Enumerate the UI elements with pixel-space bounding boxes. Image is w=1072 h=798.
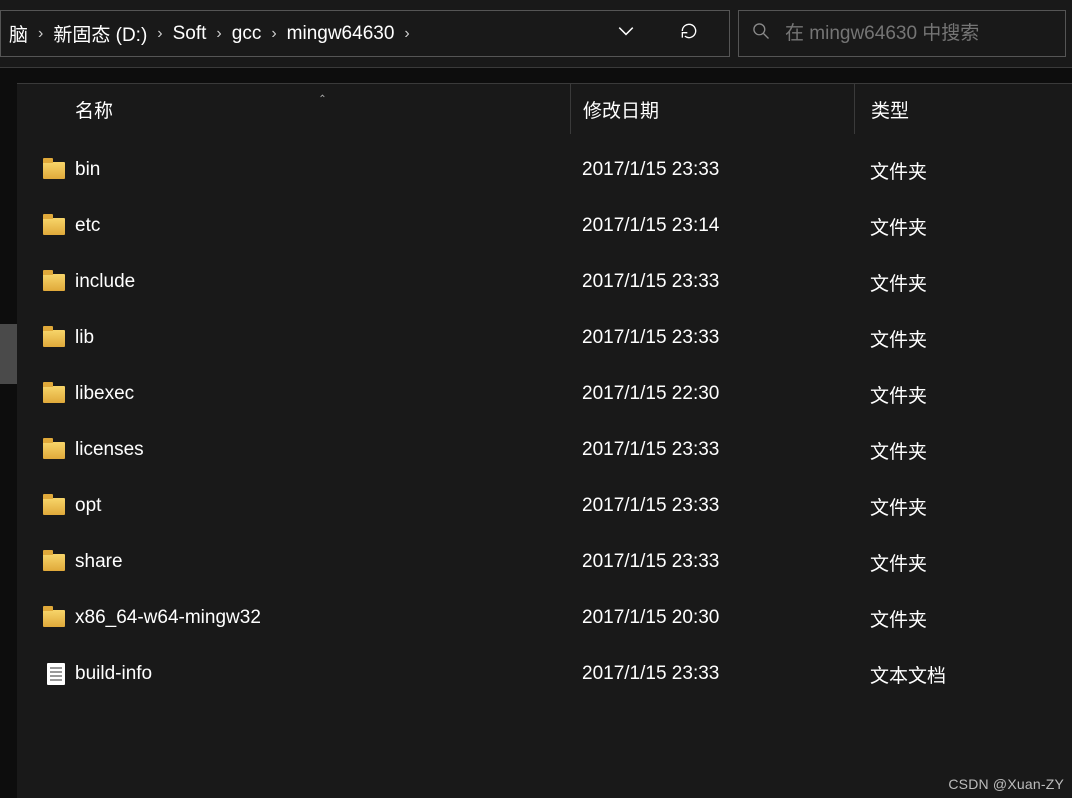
file-type: 文件夹	[854, 437, 1072, 464]
file-type: 文件夹	[854, 605, 1072, 632]
sort-indicator-icon: ⌃	[318, 94, 326, 105]
file-type: 文件夹	[854, 157, 1072, 184]
chevron-right-icon: ›	[400, 25, 413, 43]
address-actions	[581, 13, 723, 54]
table-row[interactable]: licenses2017/1/15 23:33文件夹	[17, 422, 1072, 478]
table-row[interactable]: lib2017/1/15 23:33文件夹	[17, 310, 1072, 366]
scrollbar-thumb[interactable]	[0, 324, 17, 384]
table-row[interactable]: build-info2017/1/15 23:33文本文档	[17, 646, 1072, 702]
column-header-label: 类型	[871, 96, 909, 123]
breadcrumb-item[interactable]: Soft	[167, 19, 213, 49]
breadcrumb-item[interactable]: gcc	[226, 19, 268, 49]
folder-icon	[17, 610, 75, 627]
search-input[interactable]	[785, 23, 1053, 45]
refresh-icon[interactable]	[671, 13, 707, 54]
file-date: 2017/1/15 23:33	[570, 271, 854, 293]
file-name: etc	[75, 215, 570, 237]
address-bar[interactable]: 脑›新固态 (D:)›Soft›gcc›mingw64630›	[0, 10, 730, 57]
search-icon	[751, 21, 771, 46]
folder-icon	[17, 442, 75, 459]
file-type: 文件夹	[854, 213, 1072, 240]
breadcrumb-item[interactable]: mingw64630	[281, 19, 401, 49]
file-name: share	[75, 551, 570, 573]
file-name: build-info	[75, 663, 570, 685]
breadcrumb-item[interactable]: 脑	[3, 16, 34, 51]
table-row[interactable]: bin2017/1/15 23:33文件夹	[17, 142, 1072, 198]
table-row[interactable]: etc2017/1/15 23:14文件夹	[17, 198, 1072, 254]
breadcrumb: 脑›新固态 (D:)›Soft›gcc›mingw64630›	[3, 16, 581, 51]
file-date: 2017/1/15 23:33	[570, 439, 854, 461]
table-row[interactable]: include2017/1/15 23:33文件夹	[17, 254, 1072, 310]
column-header-label: 修改日期	[583, 96, 659, 123]
file-type: 文件夹	[854, 325, 1072, 352]
file-date: 2017/1/15 20:30	[570, 607, 854, 629]
file-type: 文件夹	[854, 381, 1072, 408]
table-row[interactable]: share2017/1/15 23:33文件夹	[17, 534, 1072, 590]
file-list-panel: ⌃ 名称 修改日期 类型 bin2017/1/15 23:33文件夹etc201…	[17, 83, 1072, 798]
chevron-right-icon: ›	[34, 25, 47, 43]
history-dropdown-icon[interactable]	[609, 14, 643, 53]
chevron-right-icon: ›	[267, 25, 280, 43]
breadcrumb-item[interactable]: 新固态 (D:)	[47, 16, 153, 51]
file-name: lib	[75, 327, 570, 349]
file-date: 2017/1/15 23:33	[570, 551, 854, 573]
table-row[interactable]: libexec2017/1/15 22:30文件夹	[17, 366, 1072, 422]
file-date: 2017/1/15 23:33	[570, 495, 854, 517]
file-date: 2017/1/15 23:33	[570, 663, 854, 685]
folder-icon	[17, 330, 75, 347]
column-header-type[interactable]: 类型	[854, 84, 1072, 134]
file-name: licenses	[75, 439, 570, 461]
watermark: CSDN @Xuan-ZY	[948, 776, 1064, 792]
file-type: 文件夹	[854, 493, 1072, 520]
chevron-right-icon: ›	[212, 25, 225, 43]
file-date: 2017/1/15 23:14	[570, 215, 854, 237]
folder-icon	[17, 386, 75, 403]
file-name: include	[75, 271, 570, 293]
column-header-label: 名称	[75, 101, 113, 122]
file-name: x86_64-w64-mingw32	[75, 607, 570, 629]
toolbar: 脑›新固态 (D:)›Soft›gcc›mingw64630›	[0, 0, 1072, 68]
table-row[interactable]: opt2017/1/15 23:33文件夹	[17, 478, 1072, 534]
column-header-date[interactable]: 修改日期	[570, 84, 854, 134]
folder-icon	[17, 554, 75, 571]
folder-icon	[17, 162, 75, 179]
folder-icon	[17, 498, 75, 515]
table-row[interactable]: x86_64-w64-mingw322017/1/15 20:30文件夹	[17, 590, 1072, 646]
folder-icon	[17, 218, 75, 235]
file-type: 文本文档	[854, 661, 1072, 688]
file-date: 2017/1/15 22:30	[570, 383, 854, 405]
folder-icon	[17, 274, 75, 291]
column-header-name[interactable]: ⌃ 名称	[75, 96, 570, 123]
file-type: 文件夹	[854, 549, 1072, 576]
file-type: 文件夹	[854, 269, 1072, 296]
file-date: 2017/1/15 23:33	[570, 327, 854, 349]
column-headers: ⌃ 名称 修改日期 类型	[17, 84, 1072, 134]
file-date: 2017/1/15 23:33	[570, 159, 854, 181]
chevron-right-icon: ›	[153, 25, 166, 43]
file-name: libexec	[75, 383, 570, 405]
file-name: bin	[75, 159, 570, 181]
file-icon	[17, 663, 75, 685]
file-rows: bin2017/1/15 23:33文件夹etc2017/1/15 23:14文…	[17, 134, 1072, 702]
file-name: opt	[75, 495, 570, 517]
search-bar[interactable]	[738, 10, 1066, 57]
